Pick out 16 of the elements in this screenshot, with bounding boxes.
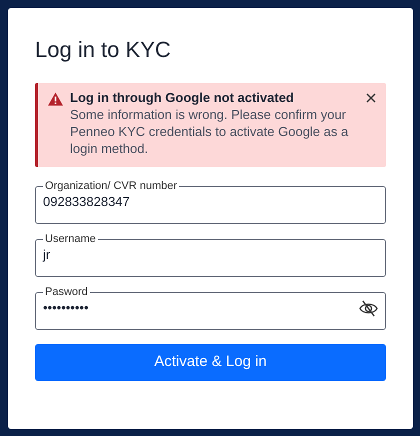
masked-password: •••••••••• xyxy=(43,299,90,317)
activate-login-button[interactable]: Activate & Log in xyxy=(35,344,386,381)
input-field[interactable]: Organization/ CVR number 092833828347 xyxy=(35,180,386,224)
field-label: Username xyxy=(44,233,97,246)
warning-icon xyxy=(48,92,63,106)
alert-title: Log in through Google not activated xyxy=(70,89,295,106)
page-title: Log in to KYC xyxy=(35,36,172,64)
close-icon[interactable] xyxy=(366,93,376,103)
input-field[interactable]: Username jr xyxy=(35,233,386,277)
field-label: Organization/ CVR number xyxy=(44,180,178,193)
field-value: 092833828347 xyxy=(43,193,131,211)
eye-slash-icon[interactable] xyxy=(359,300,378,316)
field-value: jr xyxy=(43,246,52,264)
password-field[interactable]: Pasword •••••••••• xyxy=(35,286,386,330)
field-label: Pasword xyxy=(44,286,89,299)
alert-message: Some information is wrong. Please confirm your Penneo KYC credentials to activate Google as a login method. xyxy=(70,106,350,157)
